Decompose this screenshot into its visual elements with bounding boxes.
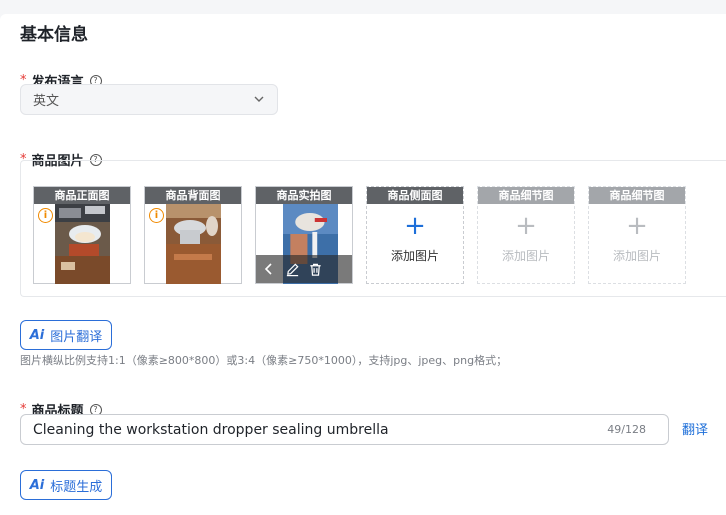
ai-title-generate-label: 标题生成 [50,479,103,495]
product-title-value: Cleaning the workstation dropper sealing… [33,421,389,438]
image-slot-side[interactable]: 商品侧面图 + 添加图片 [366,186,464,284]
ai-image-translate-label: 图片翻译 [50,329,103,345]
info-circle-icon[interactable]: i [149,208,164,223]
image-slot-real[interactable]: 商品实拍图 [255,186,353,284]
chevron-down-icon [254,96,264,102]
image-slot-back[interactable]: 商品背面图 i [144,186,242,284]
slot-tag: 商品细节图 [589,187,685,204]
add-image-label: 添加图片 [612,249,661,263]
section-title: 基本信息 [20,25,88,45]
add-image-label: 添加图片 [390,249,439,263]
plus-icon: + [404,211,426,241]
ai-title-generate-button[interactable]: Ai 标题生成 [20,470,112,500]
language-select[interactable]: 英文 [20,84,278,115]
product-photo-back [166,204,221,284]
image-slot-detail-1[interactable]: 商品细节图 + 添加图片 [477,186,575,284]
plus-icon: + [515,211,537,241]
char-counter: 49/128 [607,423,646,436]
trash-icon[interactable] [308,262,323,277]
image-slot-detail-2[interactable]: 商品细节图 + 添加图片 [588,186,686,284]
translate-link[interactable]: 翻译 [682,419,708,438]
ai-icon: Ai [29,477,45,493]
slot-tag: 商品背面图 [145,187,241,204]
slot-tag: 商品正面图 [34,187,130,204]
slot-tag: 商品细节图 [478,187,574,204]
image-format-hint: 图片横纵比例支持1:1（像素≥800*800）或3:4（像素≥750*1000）… [20,354,508,367]
ai-icon: Ai [29,327,45,343]
plus-icon: + [626,211,648,241]
chevron-left-icon[interactable] [262,261,276,277]
product-title-input[interactable]: Cleaning the workstation dropper sealing… [20,414,669,445]
language-select-value: 英文 [33,94,60,109]
slot-tag: 商品实拍图 [256,187,352,204]
product-photo-front [55,204,110,284]
add-image-label: 添加图片 [501,249,550,263]
image-action-overlay [256,255,352,283]
image-slot-front[interactable]: 商品正面图 i [33,186,131,284]
slot-tag: 商品侧面图 [367,187,463,204]
ai-image-translate-button[interactable]: Ai 图片翻译 [20,320,112,350]
edit-icon[interactable] [285,262,300,277]
info-circle-icon[interactable]: i [38,208,53,223]
